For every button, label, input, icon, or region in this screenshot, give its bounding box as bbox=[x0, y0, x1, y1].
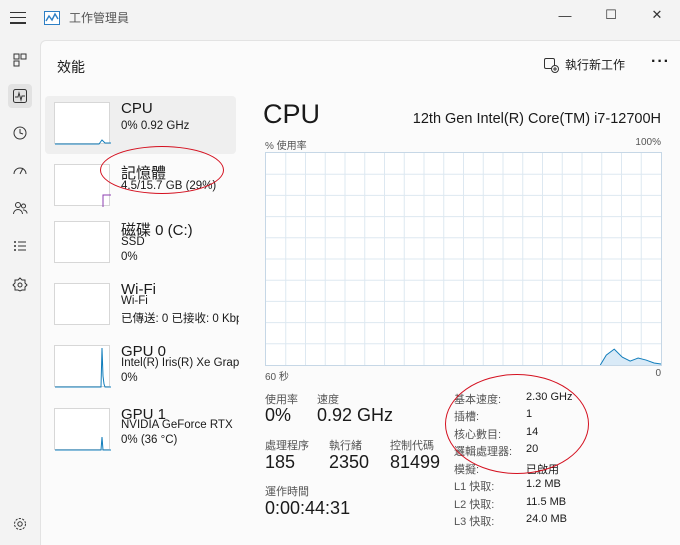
device-item-gpu1[interactable]: GPU 1 NVIDIA GeForce RTX 0% (36 °C) bbox=[45, 402, 236, 460]
device-detail: Intel(R) Iris(R) Xe Graphics bbox=[121, 357, 239, 369]
spec-value: 1 bbox=[526, 408, 533, 420]
gpu0-thumbnail-graph bbox=[54, 345, 111, 388]
maximize-button[interactable]: ☐ bbox=[588, 0, 634, 30]
device-item-gpu0[interactable]: GPU 0 Intel(R) Iris(R) Xe Graphics 0% bbox=[45, 339, 239, 397]
spec-value: 14 bbox=[526, 426, 539, 438]
disk-thumbnail-graph bbox=[54, 221, 110, 263]
device-usage: 0% bbox=[121, 251, 138, 263]
spec-value: 已啟用 bbox=[526, 464, 559, 476]
graph-x-right: 0 bbox=[655, 368, 661, 379]
handles-label: 控制代碼 bbox=[390, 440, 434, 452]
wifi-thumbnail-graph bbox=[54, 283, 110, 325]
hamburger-menu-icon[interactable] bbox=[10, 11, 26, 24]
performance-icon[interactable] bbox=[8, 84, 32, 108]
graph-y-label: % 使用率 bbox=[265, 141, 307, 152]
spec-label: 模擬: bbox=[454, 464, 480, 476]
device-detail: 0% 0.92 GHz bbox=[121, 120, 190, 132]
run-new-task-label: 執行新工作 bbox=[565, 58, 626, 72]
more-options-button[interactable]: ··· bbox=[651, 53, 670, 71]
spec-label: L2 快取: bbox=[454, 499, 495, 511]
device-usage: 0% (36 °C) bbox=[121, 434, 178, 446]
processes-value: 185 bbox=[265, 452, 296, 472]
minimize-button[interactable]: — bbox=[542, 0, 588, 30]
speed-value: 0.92 GHz bbox=[317, 405, 394, 425]
spec-value: 1.2 MB bbox=[526, 478, 561, 490]
device-detail: NVIDIA GeForce RTX bbox=[121, 419, 233, 431]
spec-label: L3 快取: bbox=[454, 516, 495, 528]
spec-label: L1 快取: bbox=[454, 481, 495, 493]
close-button[interactable]: ✕ bbox=[634, 0, 680, 30]
title-bar: 工作管理員 — ☐ ✕ bbox=[0, 0, 680, 40]
page-title: 效能 bbox=[57, 59, 85, 75]
startup-apps-icon[interactable] bbox=[8, 159, 32, 183]
cpu-heading: CPU bbox=[263, 99, 321, 129]
graph-y-max: 100% bbox=[635, 137, 661, 148]
device-item-disk[interactable]: 磁碟 0 (C:) SSD 0% bbox=[45, 215, 236, 273]
run-new-task-button[interactable]: 執行新工作 bbox=[543, 56, 625, 73]
spec-label: 邏輯處理器: bbox=[454, 446, 513, 458]
processes-icon[interactable] bbox=[8, 48, 32, 72]
spec-value: 20 bbox=[526, 443, 539, 455]
details-icon[interactable] bbox=[8, 234, 32, 258]
run-new-task-icon bbox=[544, 57, 559, 73]
spec-label: 基本速度: bbox=[454, 394, 502, 406]
memory-thumbnail-graph bbox=[54, 164, 111, 207]
device-detail: Wi-Fi bbox=[121, 295, 148, 307]
uptime-label: 運作時間 bbox=[265, 486, 309, 498]
spec-value: 24.0 MB bbox=[526, 513, 567, 525]
processes-label: 處理程序 bbox=[265, 440, 309, 452]
threads-value: 2350 bbox=[329, 452, 370, 472]
device-name: CPU bbox=[121, 100, 153, 117]
device-throughput: 已傳送: 0 已接收: 0 Kbps bbox=[121, 313, 239, 325]
window-title: 工作管理員 bbox=[69, 11, 130, 25]
main-panel: 效能 執行新工作 ··· CPU 0% 0.92 GHz 記憶體 4.5/15.… bbox=[40, 40, 680, 545]
spec-value: 2.30 GHz bbox=[526, 391, 573, 403]
spec-label: 插槽: bbox=[454, 411, 480, 423]
cpu-usage-graph bbox=[265, 152, 662, 366]
handles-value: 81499 bbox=[390, 452, 441, 472]
gpu1-thumbnail-graph bbox=[54, 408, 111, 451]
device-item-cpu[interactable]: CPU 0% 0.92 GHz bbox=[45, 96, 236, 154]
uptime-value: 0:00:44:31 bbox=[265, 498, 351, 518]
cpu-thumbnail-graph bbox=[54, 102, 111, 145]
device-detail: 4.5/15.7 GB (29%) bbox=[121, 180, 217, 192]
navigation-rail bbox=[0, 40, 40, 545]
device-item-wifi[interactable]: Wi-Fi Wi-Fi 已傳送: 0 已接收: 0 Kbps bbox=[45, 277, 239, 335]
threads-label: 執行緒 bbox=[329, 440, 362, 452]
settings-icon[interactable] bbox=[8, 512, 32, 536]
services-icon[interactable] bbox=[8, 272, 32, 296]
task-manager-app-icon bbox=[44, 10, 60, 25]
users-icon[interactable] bbox=[8, 196, 32, 220]
device-usage: 0% bbox=[121, 372, 138, 384]
cpu-model: 12th Gen Intel(R) Core(TM) i7-12700H bbox=[412, 111, 661, 127]
graph-x-left: 60 秒 bbox=[265, 372, 289, 383]
usage-value: 0% bbox=[265, 405, 292, 425]
spec-label: 核心數目: bbox=[454, 429, 502, 441]
device-item-memory[interactable]: 記憶體 4.5/15.7 GB (29%) bbox=[45, 158, 236, 216]
device-detail: SSD bbox=[121, 236, 145, 248]
app-history-icon[interactable] bbox=[8, 121, 32, 145]
spec-value: 11.5 MB bbox=[526, 496, 567, 508]
